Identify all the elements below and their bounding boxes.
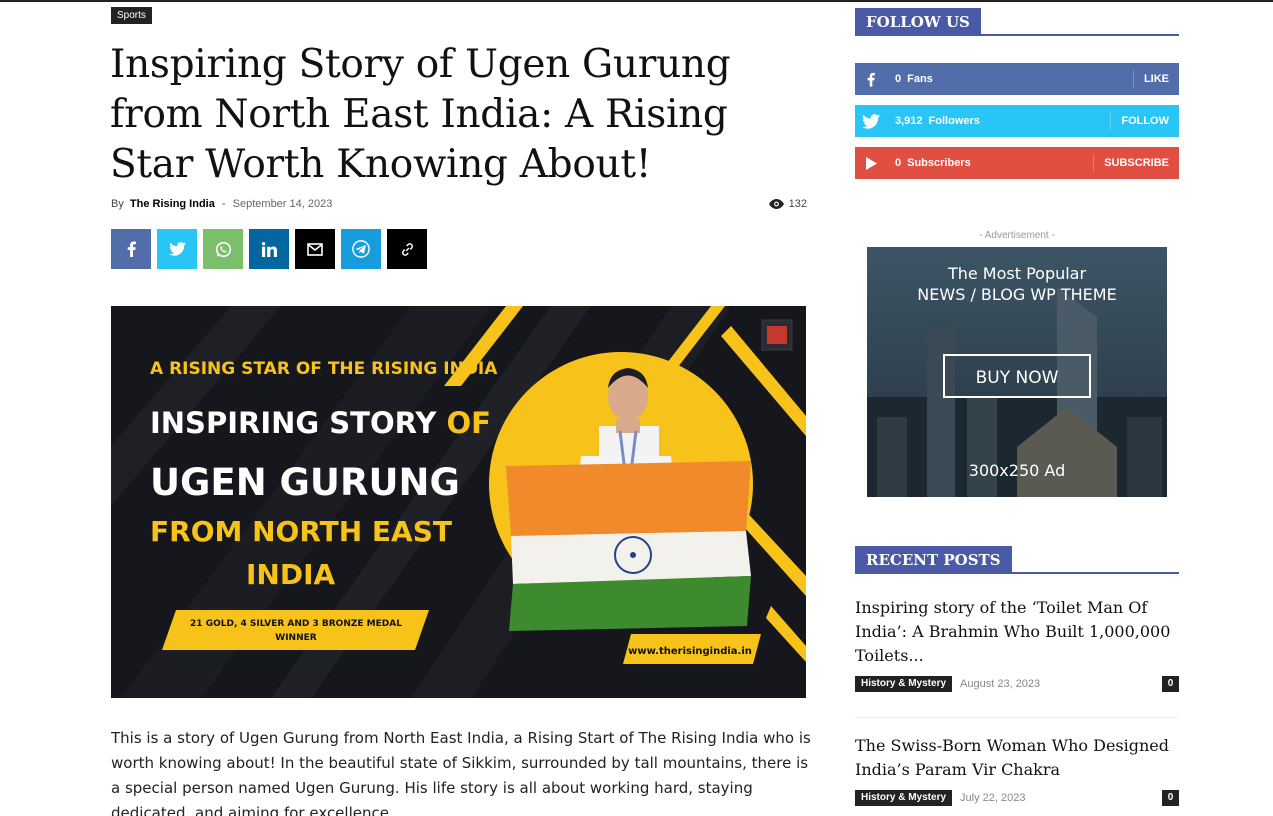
twitter-icon [168,242,186,256]
ad-banner[interactable]: The Most Popular NEWS / BLOG WP THEME BU… [867,247,1167,497]
recent-post-title[interactable]: Inspiring story of the ‘Toilet Man Of In… [855,596,1179,668]
article-meta: By The Rising India - September 14, 2023… [111,197,807,211]
twitter-label: Followers [928,115,980,127]
recent-posts-heading: RECENT POSTS [855,546,1179,574]
twitter-action[interactable]: FOLLOW [1110,112,1179,130]
article-title: Inspiring Story of Ugen Gurung from Nort… [110,42,731,187]
hero-artwork: www.therisingindia.in A RISING STAR OF T… [111,306,806,698]
comment-count-badge[interactable]: 0 [1162,675,1179,692]
hero-website: www.therisingindia.in [628,646,752,657]
share-bar [111,229,427,269]
share-whatsapp-button[interactable] [203,229,243,269]
by-label: By [111,198,124,210]
eye-icon [768,199,784,209]
view-count: 132 [768,197,807,211]
follow-us-title: FOLLOW US [855,8,981,36]
facebook-icon [127,241,136,257]
telegram-icon [352,240,370,258]
category-tag[interactable]: Sports [111,7,152,24]
facebook-action[interactable]: LIKE [1132,70,1179,88]
facebook-count: 0 [895,73,902,85]
recent-post-category[interactable]: History & Mystery [855,675,953,692]
recent-post-title[interactable]: The Swiss-Born Woman Who Designed India’… [855,734,1179,782]
share-linkedin-button[interactable] [249,229,289,269]
share-facebook-button[interactable] [111,229,151,269]
youtube-icon [855,156,887,170]
social-youtube-row[interactable]: 0 Subscribers SUBSCRIBE [855,147,1179,179]
hero-kicker: A RISING STAR OF THE RISING INDIA [150,359,498,379]
meta-separator: - [221,198,226,210]
ad-size-label: 300x250 Ad [969,461,1065,480]
hero-line1: INSPIRING STORY OF [150,406,491,440]
view-count-value: 132 [788,198,807,210]
ad-button-label: BUY NOW [976,368,1059,388]
recent-post-meta: History & Mystery July 22, 2023 0 [855,789,1179,806]
facebook-icon [855,72,887,87]
comment-count-badge[interactable]: 0 [1162,789,1179,806]
facebook-label: Fans [907,73,933,85]
ad-line2: NEWS / BLOG WP THEME [917,285,1116,304]
top-border [0,0,1273,2]
recent-post-date: July 22, 2023 [960,791,1026,804]
email-icon [307,242,323,256]
hero-line2: UGEN GURUNG [150,461,460,504]
youtube-count: 0 [895,157,902,169]
featured-image: www.therisingindia.in A RISING STAR OF T… [111,306,806,698]
whatsapp-icon [215,241,231,257]
hero-medal-line2: WINNER [275,633,316,643]
link-icon [401,242,413,256]
hero-line1-white: INSPIRING STORY [150,406,446,440]
share-email-button[interactable] [295,229,335,269]
hero-line4: INDIA [246,558,336,591]
advertisement-label: - Advertisement - [979,230,1055,241]
recent-post-date: August 23, 2023 [960,677,1041,690]
copy-link-button[interactable] [387,229,427,269]
share-twitter-button[interactable] [157,229,197,269]
recent-post-category[interactable]: History & Mystery [855,789,953,806]
twitter-icon [855,113,887,129]
recent-posts-title: RECENT POSTS [855,546,1012,574]
share-telegram-button[interactable] [341,229,381,269]
hero-medal-line1: 21 GOLD, 4 SILVER AND 3 BRONZE MEDAL [190,619,402,629]
recent-post-meta: History & Mystery August 23, 2023 0 [855,675,1179,692]
ad-line1: The Most Popular [947,264,1087,283]
hero-line3: FROM NORTH EAST [150,515,452,548]
author-link[interactable]: The Rising India [130,198,215,210]
social-twitter-row[interactable]: 3,912 Followers FOLLOW [855,105,1179,137]
twitter-count: 3,912 [895,115,923,127]
youtube-label: Subscribers [907,157,971,169]
post-divider [855,717,1179,718]
hero-line1-yellow: OF [446,406,490,440]
follow-us-heading: FOLLOW US [855,8,1179,36]
article-body: This is a story of Ugen Gurung from Nort… [111,729,811,816]
publish-date: September 14, 2023 [232,198,333,210]
ad-artwork: The Most Popular NEWS / BLOG WP THEME BU… [867,247,1167,497]
linkedin-icon [261,241,277,257]
youtube-action[interactable]: SUBSCRIBE [1093,154,1179,172]
social-facebook-row[interactable]: 0 Fans LIKE [855,63,1179,95]
